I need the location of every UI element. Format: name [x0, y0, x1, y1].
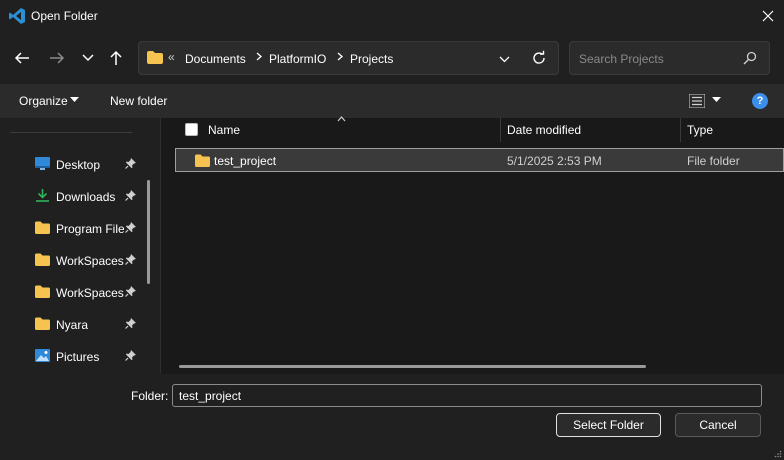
file-name: test_project — [214, 154, 277, 168]
sort-ascending-icon — [337, 114, 346, 125]
arrow-up-icon — [110, 50, 122, 65]
navigation-pane: Desktop Downloads Program Files WorkSpac… — [0, 118, 160, 374]
sidebar-item-workspaces-2[interactable]: WorkSpaces — [0, 279, 148, 307]
sidebar-item-program-files[interactable]: Program Files — [0, 215, 148, 243]
caret-down-icon — [70, 97, 79, 102]
close-button[interactable] — [752, 0, 784, 32]
up-button[interactable] — [104, 46, 128, 70]
chevron-right-icon — [337, 52, 343, 61]
window-title: Open Folder — [31, 9, 98, 23]
table-row[interactable]: test_project 5/1/2025 2:53 PM File folde… — [175, 148, 784, 172]
pin-icon[interactable] — [125, 190, 136, 201]
navigation-bar: « Documents PlatformIO Projects Search P… — [0, 32, 784, 84]
desktop-icon — [35, 157, 50, 170]
caret-down-icon[interactable] — [712, 97, 721, 103]
file-type: File folder — [687, 154, 740, 168]
column-label-type: Type — [687, 123, 714, 137]
command-bar: Organize New folder ? — [0, 84, 784, 118]
breadcrumb-projects[interactable]: Projects — [350, 52, 393, 66]
sidebar-item-label: Desktop — [56, 158, 101, 172]
search-icon — [743, 51, 757, 65]
sidebar-item-label: WorkSpaces — [56, 254, 124, 268]
dialog-footer: Folder: Select Folder Cancel — [0, 374, 784, 460]
forward-button[interactable] — [45, 46, 69, 70]
sidebar-item-label: Nyara — [56, 318, 89, 332]
pin-icon[interactable] — [125, 222, 136, 233]
horizontal-scrollbar[interactable] — [179, 365, 646, 368]
column-label-name: Name — [208, 123, 241, 137]
arrow-left-icon — [14, 52, 29, 64]
column-header-date-modified[interactable]: Date modified — [501, 118, 681, 144]
sidebar-item-workspaces[interactable]: WorkSpaces — [0, 247, 148, 275]
refresh-icon — [533, 50, 545, 64]
sidebar-item-desktop[interactable]: Desktop — [0, 151, 148, 179]
sidebar-item-downloads[interactable]: Downloads — [0, 183, 148, 211]
folder-icon — [147, 51, 163, 64]
column-header-name[interactable]: Name — [161, 116, 501, 144]
breadcrumb-separator — [256, 52, 262, 64]
column-header-type[interactable]: Type — [681, 118, 784, 144]
pictures-icon — [35, 349, 50, 362]
close-icon — [762, 10, 774, 22]
folder-field-label: Folder: — [131, 389, 169, 403]
view-options-icon[interactable] — [689, 94, 705, 108]
chevron-right-icon — [256, 52, 262, 61]
overflow-chevron[interactable]: « — [168, 50, 175, 64]
back-button[interactable] — [10, 46, 34, 70]
title-bar: Open Folder — [0, 0, 784, 32]
help-icon[interactable]: ? — [752, 93, 768, 109]
folder-icon — [35, 253, 50, 266]
refresh-button[interactable] — [531, 50, 547, 69]
file-date-modified: 5/1/2025 2:53 PM — [507, 154, 602, 168]
file-list: Name Date modified Type test_project 5/1… — [161, 116, 784, 374]
cancel-button[interactable]: Cancel — [675, 413, 761, 437]
arrow-right-icon — [50, 52, 65, 64]
pin-icon[interactable] — [125, 286, 136, 297]
resize-grip-icon[interactable] — [774, 450, 782, 458]
search-input[interactable]: Search Projects — [579, 52, 664, 66]
pin-icon[interactable] — [125, 318, 136, 329]
column-label-date-modified: Date modified — [507, 123, 582, 137]
nav-divider — [10, 132, 132, 133]
sidebar-item-pictures[interactable]: Pictures — [0, 343, 148, 371]
pin-icon[interactable] — [125, 350, 136, 361]
address-dropdown-button[interactable] — [499, 52, 510, 66]
folder-name-input[interactable] — [172, 384, 762, 407]
recent-locations-button[interactable] — [76, 46, 100, 70]
sidebar-item-nyara[interactable]: Nyara — [0, 311, 148, 339]
address-bar[interactable]: « Documents PlatformIO Projects — [138, 41, 559, 75]
new-folder-button[interactable]: New folder — [110, 94, 167, 108]
sidebar-item-label: Pictures — [56, 350, 100, 364]
pin-icon[interactable] — [125, 158, 136, 169]
chevron-down-icon — [499, 56, 510, 63]
breadcrumb-separator — [337, 52, 343, 64]
chevron-down-icon — [82, 54, 94, 62]
folder-icon — [195, 154, 210, 167]
sidebar-scrollbar[interactable] — [147, 180, 150, 284]
pin-icon[interactable] — [125, 254, 136, 265]
search-box[interactable]: Search Projects — [569, 41, 770, 75]
select-folder-button[interactable]: Select Folder — [556, 413, 661, 437]
download-icon — [36, 189, 49, 202]
sidebar-item-label: Program Files — [56, 222, 124, 236]
folder-icon — [35, 221, 50, 234]
sidebar-item-label: WorkSpaces — [56, 286, 124, 300]
sidebar-item-label: Downloads — [56, 190, 116, 204]
breadcrumb-platformio[interactable]: PlatformIO — [269, 52, 326, 66]
select-all-checkbox[interactable] — [185, 123, 198, 136]
folder-icon — [35, 317, 50, 330]
folder-icon — [35, 285, 50, 298]
chevron-up-icon — [337, 116, 346, 122]
organize-button[interactable]: Organize — [19, 94, 68, 108]
vscode-icon — [9, 8, 25, 24]
breadcrumb-documents[interactable]: Documents — [185, 52, 246, 66]
